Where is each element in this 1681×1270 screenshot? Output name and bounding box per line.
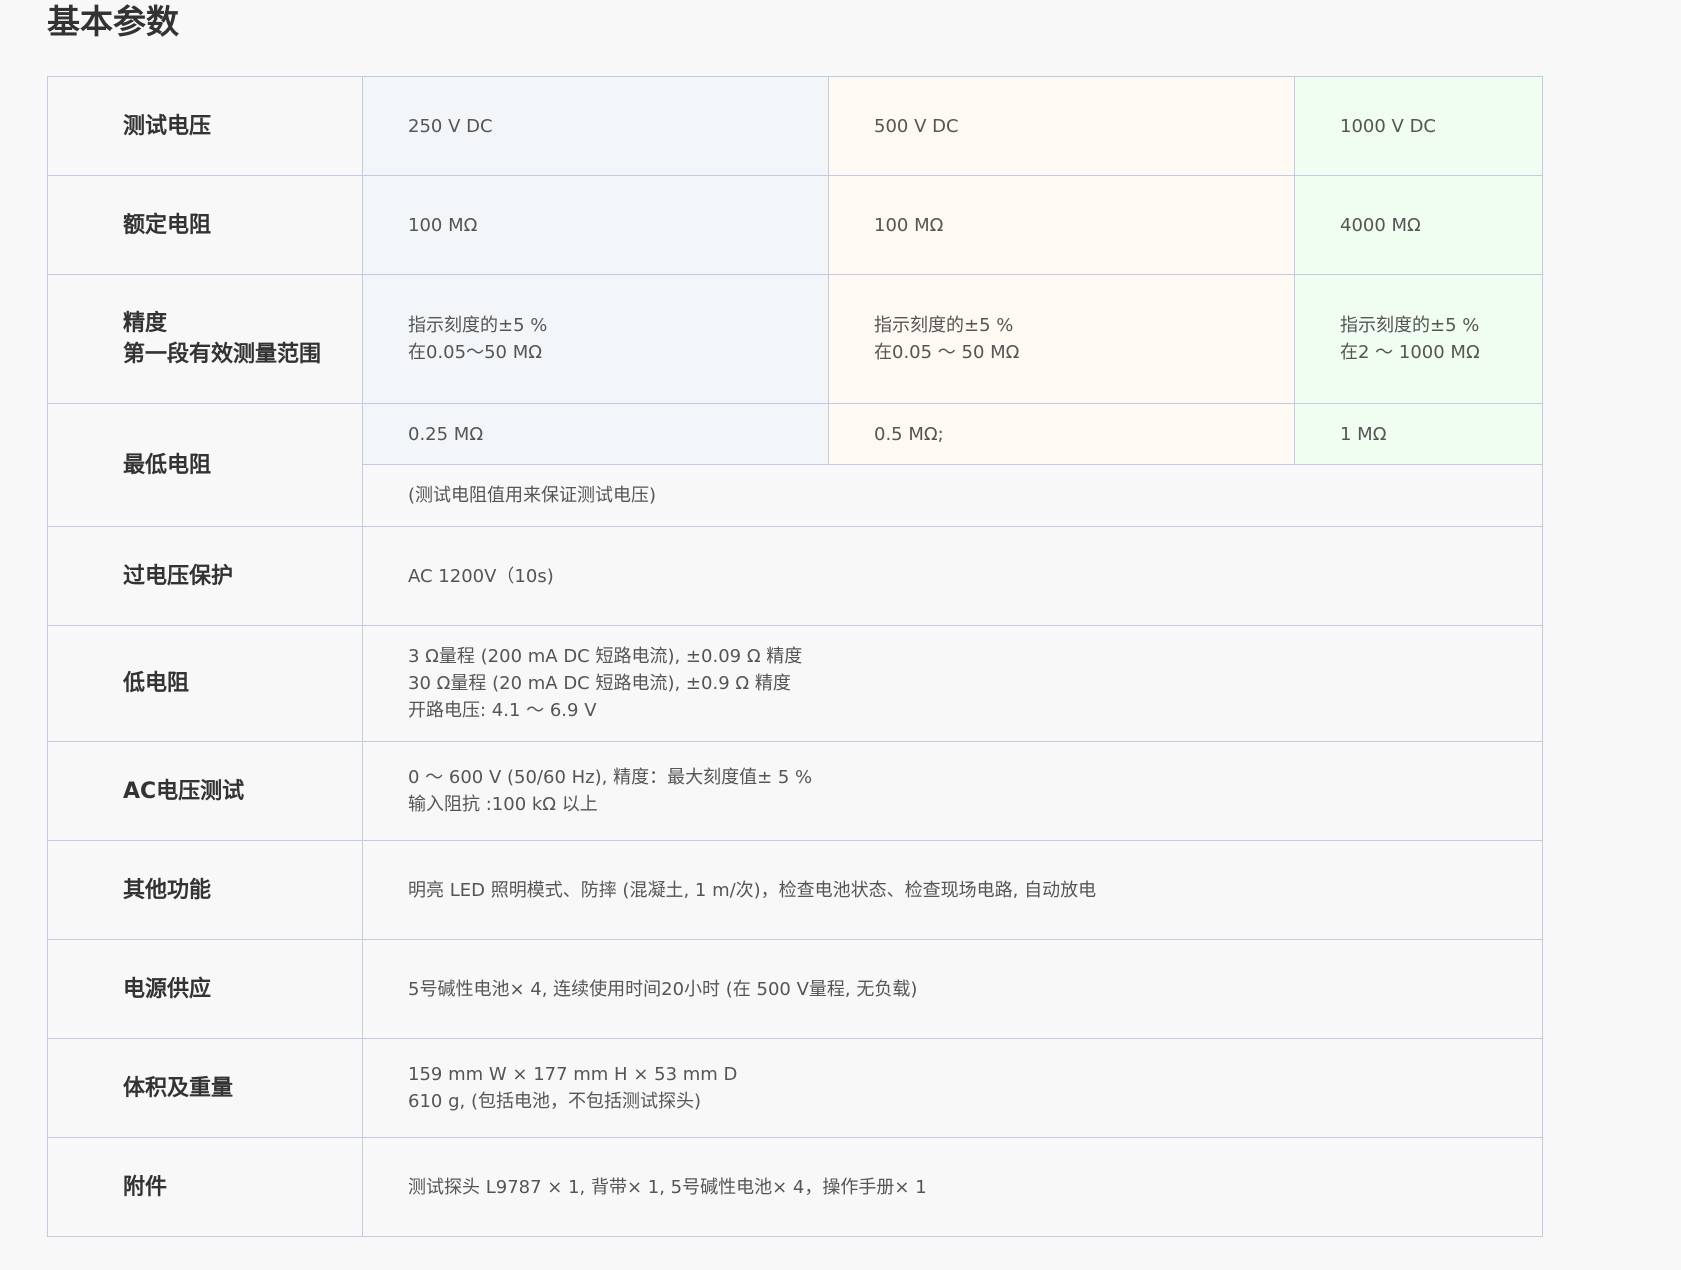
cell-value: 4000 MΩ — [1294, 175, 1543, 275]
cell-value: 1 MΩ — [1294, 403, 1543, 465]
value-line: 在0.05～50 MΩ — [408, 342, 542, 363]
table-row-ac-voltage: AC电压测试 0 ～ 600 V (50/60 Hz), 精度：最大刻度值± 5… — [47, 741, 1543, 841]
value-line: 0 ～ 600 V (50/60 Hz), 精度：最大刻度值± 5 % — [408, 767, 813, 788]
row-label: 附件 — [47, 1137, 363, 1237]
cell-value: 100 MΩ — [828, 175, 1295, 275]
table-row-size-weight: 体积及重量 159 mm W × 177 mm H × 53 mm D 610 … — [47, 1038, 1543, 1138]
row-label: 其他功能 — [47, 840, 363, 940]
table-row-overvoltage: 过电压保护 AC 1200V（10s) — [47, 526, 1543, 626]
value-line: 30 Ω量程 (20 mA DC 短路电流), ±0.9 Ω 精度 — [408, 673, 791, 694]
value-line: 610 g, (包括电池，不包括测试探头) — [408, 1091, 701, 1112]
cell-value: 100 MΩ — [362, 175, 829, 275]
table-row-accuracy: 精度 第一段有效测量范围 指示刻度的±5 % 在0.05～50 MΩ 指示刻度的… — [47, 274, 1543, 404]
table-row-accessories: 附件 测试探头 L9787 × 1, 背带× 1, 5号碱性电池× 4，操作手册… — [47, 1137, 1543, 1237]
row-label: 体积及重量 — [47, 1038, 363, 1138]
value-line: 159 mm W × 177 mm H × 53 mm D — [408, 1064, 738, 1085]
page: 基本参数 测试电压 250 V DC 500 V DC 1000 V DC 额定… — [0, 0, 1681, 1270]
table-row-test-voltage: 测试电压 250 V DC 500 V DC 1000 V DC — [47, 76, 1543, 176]
cell-value: 0.25 MΩ — [362, 403, 829, 465]
table-row-min-resistance: 最低电阻 0.25 MΩ 0.5 MΩ; 1 MΩ — [47, 403, 1543, 527]
cell-value: AC 1200V（10s) — [362, 526, 1543, 626]
table-row-other-functions: 其他功能 明亮 LED 照明模式、防摔 (混凝土, 1 m/次)，检查电池状态、… — [47, 840, 1543, 940]
page-title: 基本参数 — [47, 2, 179, 41]
cell-value: 0 ～ 600 V (50/60 Hz), 精度：最大刻度值± 5 % 输入阻抗… — [362, 741, 1543, 841]
cell-value: 3 Ω量程 (200 mA DC 短路电流), ±0.09 Ω 精度 30 Ω量… — [362, 625, 1543, 742]
row-label: 过电压保护 — [47, 526, 363, 626]
value-line: 在0.05 ～ 50 MΩ — [874, 342, 1020, 363]
cell-value: 测试探头 L9787 × 1, 背带× 1, 5号碱性电池× 4，操作手册× 1 — [362, 1137, 1543, 1237]
row-label: 精度 第一段有效测量范围 — [47, 274, 363, 404]
table-row-power-supply: 电源供应 5号碱性电池× 4, 连续使用时间20小时 (在 500 V量程, 无… — [47, 939, 1543, 1039]
cell-note: (测试电阻值用来保证测试电压) — [362, 464, 1543, 527]
value-line: 在2 ～ 1000 MΩ — [1340, 342, 1480, 363]
table-row-low-resistance: 低电阻 3 Ω量程 (200 mA DC 短路电流), ±0.09 Ω 精度 3… — [47, 625, 1543, 742]
label-line: 精度 — [123, 311, 168, 336]
row-label: AC电压测试 — [47, 741, 363, 841]
value-line: 指示刻度的±5 % — [408, 315, 548, 336]
spec-table: 测试电压 250 V DC 500 V DC 1000 V DC 额定电阻 10… — [47, 76, 1543, 1237]
row-label: 低电阻 — [47, 625, 363, 742]
cell-value: 指示刻度的±5 % 在0.05～50 MΩ — [362, 274, 829, 404]
cell-500v: 500 V DC — [828, 76, 1295, 176]
cell-value: 指示刻度的±5 % 在0.05 ～ 50 MΩ — [828, 274, 1295, 404]
value-line: 输入阻抗 :100 kΩ 以上 — [408, 794, 598, 815]
label-line: 第一段有效测量范围 — [123, 342, 322, 367]
row-label: 电源供应 — [47, 939, 363, 1039]
cell-250v: 250 V DC — [362, 76, 829, 176]
table-row-rated-resistance: 额定电阻 100 MΩ 100 MΩ 4000 MΩ — [47, 175, 1543, 275]
row-label: 测试电压 — [47, 76, 363, 176]
cell-1000v: 1000 V DC — [1294, 76, 1543, 176]
row-label: 额定电阻 — [47, 175, 363, 275]
value-line: 指示刻度的±5 % — [1340, 315, 1480, 336]
value-line: 3 Ω量程 (200 mA DC 短路电流), ±0.09 Ω 精度 — [408, 646, 803, 667]
cell-value: 5号碱性电池× 4, 连续使用时间20小时 (在 500 V量程, 无负载) — [362, 939, 1543, 1039]
value-line: 开路电压: 4.1 ～ 6.9 V — [408, 700, 597, 721]
cell-value: 0.5 MΩ; — [828, 403, 1295, 465]
row-label: 最低电阻 — [47, 403, 363, 527]
cell-value: 指示刻度的±5 % 在2 ～ 1000 MΩ — [1294, 274, 1543, 404]
value-line: 指示刻度的±5 % — [874, 315, 1014, 336]
cell-value: 明亮 LED 照明模式、防摔 (混凝土, 1 m/次)，检查电池状态、检查现场电… — [362, 840, 1543, 940]
cell-value: 159 mm W × 177 mm H × 53 mm D 610 g, (包括… — [362, 1038, 1543, 1138]
